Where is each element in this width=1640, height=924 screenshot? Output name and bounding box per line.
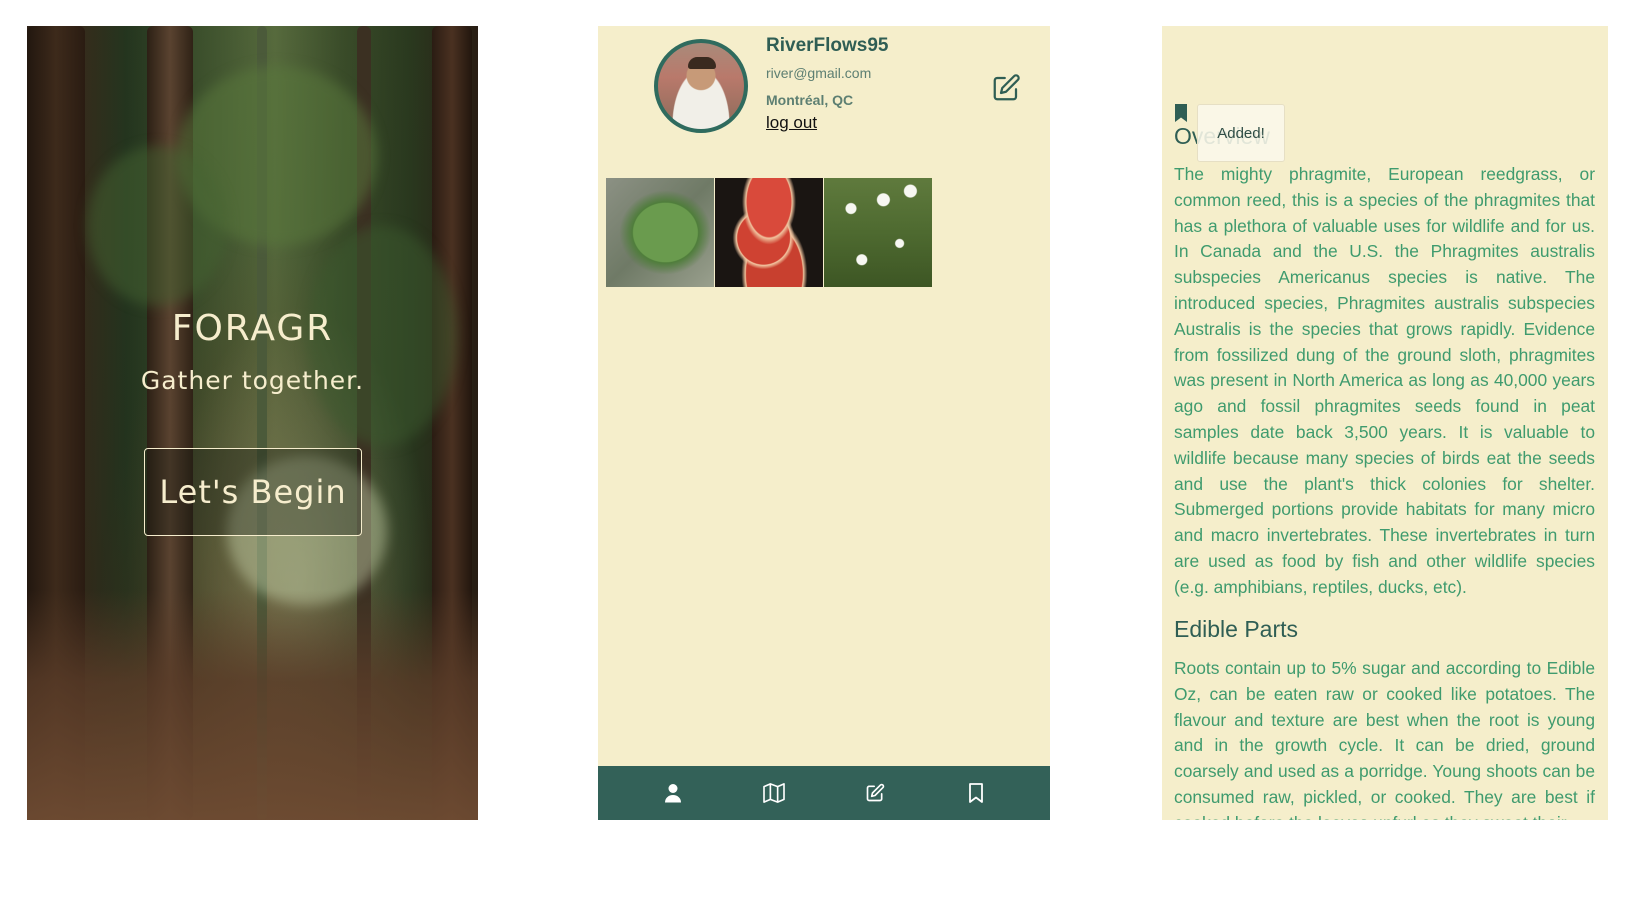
plant-detail-screen: Overview Added! The mighty phragmite, Eu… [1162, 26, 1608, 820]
added-toast: Added! [1197, 104, 1285, 162]
avatar-hair [688, 57, 716, 69]
edit-profile-icon[interactable] [991, 73, 1021, 103]
lets-begin-button[interactable]: Let's Begin [144, 448, 362, 536]
splash-screen: FORAGR Gather together. Let's Begin [27, 26, 478, 820]
photo-grid [606, 178, 932, 287]
user-icon[interactable] [660, 780, 686, 806]
fungus-photo[interactable] [715, 178, 823, 287]
profile-email: river@gmail.com [766, 65, 872, 81]
leaf-photo[interactable] [606, 178, 714, 287]
edible-parts-heading: Edible Parts [1174, 616, 1299, 642]
foliage [87, 146, 227, 306]
app-tagline: Gather together. [140, 366, 365, 395]
app-title: FORAGR [171, 308, 334, 349]
logout-link[interactable]: log out [766, 113, 817, 133]
bookmark-filled-icon[interactable] [1174, 104, 1188, 122]
bookmark-icon[interactable] [963, 780, 989, 806]
edit-icon[interactable] [862, 780, 888, 806]
forest-floor [27, 590, 478, 820]
daisy-photo[interactable] [824, 178, 932, 287]
map-icon[interactable] [761, 780, 787, 806]
edible-parts-text: Roots contain up to 5% sugar and accordi… [1174, 658, 1595, 820]
bottom-nav [598, 766, 1050, 820]
overview-text: The mighty phragmite, European reedgrass… [1174, 164, 1595, 597]
avatar[interactable] [654, 39, 748, 133]
profile-username: RiverFlows95 [766, 35, 889, 56]
profile-location: Montréal, QC [766, 92, 854, 108]
profile-screen: RiverFlows95 river@gmail.com Montréal, Q… [598, 26, 1050, 820]
